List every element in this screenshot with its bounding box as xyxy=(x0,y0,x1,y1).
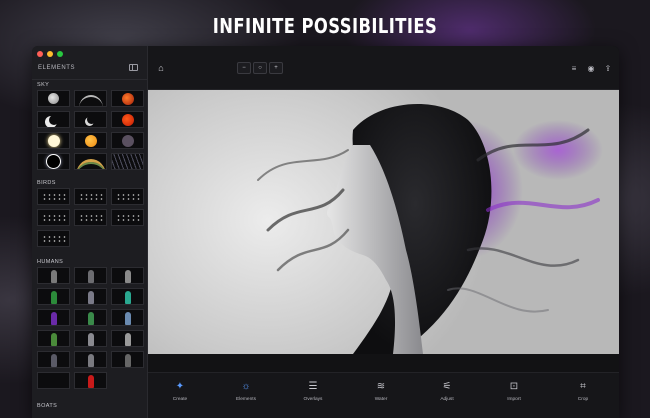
zoom-window-button[interactable] xyxy=(57,51,63,57)
section-humans: HUMANS xyxy=(32,259,147,389)
sun-icon: ☼ xyxy=(241,380,251,392)
tool-label: Create xyxy=(172,397,188,402)
tool-label: Import xyxy=(507,397,521,402)
human-thumb[interactable] xyxy=(111,330,144,347)
sky-thumb-red-moon[interactable] xyxy=(111,90,144,107)
human-thumb[interactable] xyxy=(74,330,107,347)
section-boats: BOATS xyxy=(32,403,147,411)
section-birds: BIRDS xyxy=(32,180,147,247)
magic-wand-icon: ✦ xyxy=(175,380,185,392)
human-thumb[interactable] xyxy=(37,267,70,284)
zoom-out-icon[interactable]: − xyxy=(237,62,251,74)
sky-thumb-eclipse[interactable] xyxy=(37,153,70,170)
sky-thumb-white-sun[interactable] xyxy=(37,132,70,149)
sky-thumb-thin-crescent[interactable] xyxy=(74,111,107,128)
sidebar-title: ELEMENTS xyxy=(38,65,76,71)
birds-thumb[interactable] xyxy=(37,188,70,205)
sky-thumb-crescent[interactable] xyxy=(37,111,70,128)
tool-label: Crop xyxy=(577,397,589,402)
zoom-in-icon[interactable]: + xyxy=(269,62,283,74)
section-sky: SKY xyxy=(32,82,147,170)
birds-thumb[interactable] xyxy=(74,209,107,226)
sky-thumb-planet[interactable] xyxy=(111,132,144,149)
bottom-toolbar: ✦ Create ☼ Elements ☰ Overlays ≋ Water ⚟… xyxy=(148,372,619,418)
minimize-window-button[interactable] xyxy=(47,51,53,57)
sidebar-toggle-icon[interactable] xyxy=(129,64,138,71)
section-label-boats: BOATS xyxy=(37,403,58,409)
share-icon[interactable]: ⇪ xyxy=(602,62,614,74)
zoom-fit-icon[interactable]: ○ xyxy=(253,62,267,74)
sky-thumb-moon-arc[interactable] xyxy=(74,90,107,107)
birds-thumb[interactable] xyxy=(74,188,107,205)
app-window: ELEMENTS SKY BIRDS HUMANS BOATS ⌂ − ○ + … xyxy=(32,46,619,418)
sky-thumb-orange-sun[interactable] xyxy=(74,132,107,149)
home-icon[interactable]: ⌂ xyxy=(155,62,167,74)
section-label-humans: HUMANS xyxy=(37,259,64,265)
human-thumb[interactable] xyxy=(111,309,144,326)
birds-thumb[interactable] xyxy=(111,188,144,205)
close-window-button[interactable] xyxy=(37,51,43,57)
stack-icon: ☰ xyxy=(308,380,318,392)
tool-elements[interactable]: ☼ Elements xyxy=(226,377,266,417)
layers-icon[interactable]: ≡ xyxy=(568,62,580,74)
human-thumb[interactable] xyxy=(37,330,70,347)
sky-thumb-full-moon[interactable] xyxy=(37,90,70,107)
wave-icon: ≋ xyxy=(376,380,386,392)
birds-thumb[interactable] xyxy=(111,209,144,226)
crop-icon: ⌗ xyxy=(580,380,586,392)
sky-thumb-rainbow[interactable] xyxy=(74,153,107,170)
human-thumb[interactable] xyxy=(74,267,107,284)
eye-icon[interactable]: ◉ xyxy=(585,62,597,74)
human-thumb[interactable] xyxy=(37,351,70,368)
human-thumb[interactable] xyxy=(111,267,144,284)
tool-label: Water xyxy=(374,397,388,402)
tool-crop[interactable]: ⌗ Crop xyxy=(563,377,603,417)
editing-canvas[interactable] xyxy=(148,90,619,354)
tool-create[interactable]: ✦ Create xyxy=(160,377,200,417)
tool-label: Elements xyxy=(236,397,256,402)
tool-overlays[interactable]: ☰ Overlays xyxy=(293,377,333,417)
top-toolbar: ⌂ − ○ + ≡ ◉ ⇪ xyxy=(148,46,619,90)
import-icon: ⊡ xyxy=(509,380,519,392)
section-label-sky: SKY xyxy=(37,82,50,88)
portrait-image xyxy=(257,104,603,354)
tool-label: Adjust xyxy=(440,397,454,402)
tool-water[interactable]: ≋ Water xyxy=(361,377,401,417)
human-thumb[interactable] xyxy=(37,309,70,326)
human-thumb[interactable] xyxy=(37,372,70,389)
birds-thumb[interactable] xyxy=(37,230,70,247)
main-area: ⌂ − ○ + ≡ ◉ ⇪ ✦ Create ☼ Elements ☰ Over… xyxy=(148,46,619,418)
human-thumb[interactable] xyxy=(74,372,107,389)
tool-import[interactable]: ⊡ Import xyxy=(494,377,534,417)
page-headline: INFINITE POSSIBILITIES xyxy=(212,14,438,38)
human-thumb[interactable] xyxy=(111,288,144,305)
human-thumb[interactable] xyxy=(74,309,107,326)
human-thumb[interactable] xyxy=(111,351,144,368)
sidebar-divider xyxy=(32,79,147,80)
sky-thumb-rain[interactable] xyxy=(111,153,144,170)
birds-thumb[interactable] xyxy=(37,209,70,226)
human-thumb[interactable] xyxy=(74,288,107,305)
section-label-birds: BIRDS xyxy=(37,180,56,186)
elements-sidebar: ELEMENTS SKY BIRDS HUMANS BOATS xyxy=(32,46,148,418)
tool-adjust[interactable]: ⚟ Adjust xyxy=(427,377,467,417)
sliders-icon: ⚟ xyxy=(442,380,452,392)
sky-thumb-red-sun[interactable] xyxy=(111,111,144,128)
window-controls xyxy=(37,51,63,57)
tool-label: Overlays xyxy=(303,397,323,402)
human-thumb[interactable] xyxy=(37,288,70,305)
human-thumb[interactable] xyxy=(74,351,107,368)
